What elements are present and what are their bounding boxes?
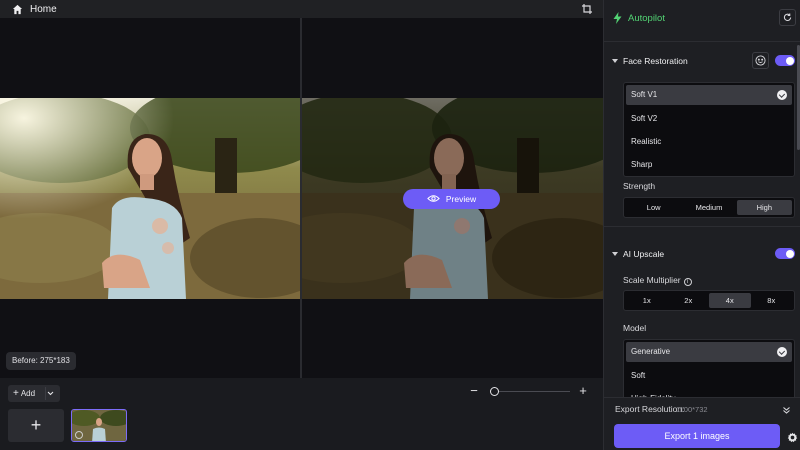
home-label[interactable]: Home [30, 4, 57, 15]
app-window: Home Before: 275*183 Preview + Add − + +… [0, 0, 800, 450]
before-photo [0, 98, 300, 299]
add-divider [45, 387, 46, 400]
clock-icon [75, 431, 83, 439]
home-icon[interactable] [10, 2, 24, 16]
scale-multiplier-label: Scale Multiplier i [623, 275, 692, 286]
top-bar: Home [0, 0, 603, 18]
face-option-sharp[interactable]: Sharp [624, 153, 794, 176]
before-size-badge: Before: 275*183 [6, 352, 76, 370]
zoom-slider[interactable] [490, 391, 570, 392]
scale-1x[interactable]: 1x [626, 293, 668, 308]
export-resolution-label: Export Resolution: [615, 404, 685, 414]
export-button[interactable]: Export 1 images [614, 424, 780, 448]
image-canvas: Before: 275*183 Preview [0, 18, 603, 378]
export-footer: Export Resolution: 1100*732 Export 1 ima… [604, 397, 800, 450]
scale-multiplier-text: Scale Multiplier [623, 275, 681, 285]
model-option-generative[interactable]: Generative [626, 342, 792, 362]
caret-down-icon [612, 59, 618, 63]
face-option-soft-v2[interactable]: Soft V2 [624, 107, 794, 130]
upscale-model-list: Generative Soft High-Fidelity [623, 339, 795, 397]
add-button[interactable]: + Add [8, 385, 60, 402]
info-icon[interactable]: i [683, 278, 692, 286]
face-settings-button[interactable] [752, 52, 769, 69]
face-restoration-toggle[interactable] [775, 55, 795, 66]
export-resolution-value: 1100*732 [676, 405, 708, 414]
face-restoration-title: Face Restoration [623, 56, 688, 66]
crop-icon[interactable] [581, 2, 595, 16]
add-image-tile[interactable]: + [8, 409, 64, 442]
lightning-icon [613, 11, 622, 29]
strength-label: Strength [623, 181, 656, 191]
check-circle-icon [777, 90, 787, 100]
caret-down-icon [612, 252, 618, 256]
section-divider [604, 226, 800, 227]
before-pane: Before: 275*183 [0, 18, 300, 378]
strength-medium[interactable]: Medium [681, 200, 736, 215]
bottom-toolbar: + Add − + + [0, 378, 603, 450]
ai-upscale-title: AI Upscale [623, 249, 665, 259]
strength-high[interactable]: High [736, 200, 792, 215]
plus-icon: + [13, 388, 19, 399]
zoom-out-button[interactable]: − [469, 384, 479, 398]
image-thumbnail[interactable] [71, 409, 127, 442]
option-label: Generative [631, 347, 671, 356]
refresh-button[interactable] [779, 9, 796, 26]
ai-upscale-toggle[interactable] [775, 248, 795, 259]
refresh-icon [783, 13, 792, 21]
preview-button[interactable]: Preview [403, 189, 500, 209]
strength-selector: Low Medium High [623, 197, 795, 218]
settings-panel: Autopilot Face Restoration Soft V1 Soft … [603, 0, 800, 450]
gear-icon[interactable] [787, 430, 798, 443]
chevron-down-icon[interactable] [47, 389, 54, 398]
double-chevron-down-icon[interactable] [782, 402, 791, 420]
autopilot-row: Autopilot [604, 0, 800, 42]
model-option-high-fidelity[interactable]: High-Fidelity [624, 387, 794, 397]
check-circle-icon [777, 347, 787, 357]
add-label: Add [20, 389, 36, 398]
smiley-icon [755, 55, 766, 66]
autopilot-label[interactable]: Autopilot [628, 13, 665, 24]
model-label: Model [623, 323, 647, 333]
scale-selector: 1x 2x 4x 8x [623, 290, 795, 311]
face-option-soft-v1[interactable]: Soft V1 [626, 85, 792, 105]
face-model-list: Soft V1 Soft V2 Realistic Sharp [623, 82, 795, 177]
plus-icon: + [30, 415, 42, 435]
strength-low[interactable]: Low [626, 200, 681, 215]
model-option-soft[interactable]: Soft [624, 364, 794, 387]
scale-4x[interactable]: 4x [709, 293, 751, 308]
face-option-realistic[interactable]: Realistic [624, 130, 794, 153]
zoom-in-button[interactable]: + [577, 384, 589, 398]
ai-upscale-header[interactable]: AI Upscale [604, 244, 800, 264]
option-label: Soft V1 [631, 90, 658, 99]
eye-icon [427, 194, 440, 205]
face-restoration-header[interactable]: Face Restoration [604, 51, 800, 71]
preview-label: Preview [445, 194, 477, 204]
scale-2x[interactable]: 2x [668, 293, 710, 308]
zoom-slider-handle[interactable] [489, 387, 499, 396]
scale-8x[interactable]: 8x [751, 293, 793, 308]
